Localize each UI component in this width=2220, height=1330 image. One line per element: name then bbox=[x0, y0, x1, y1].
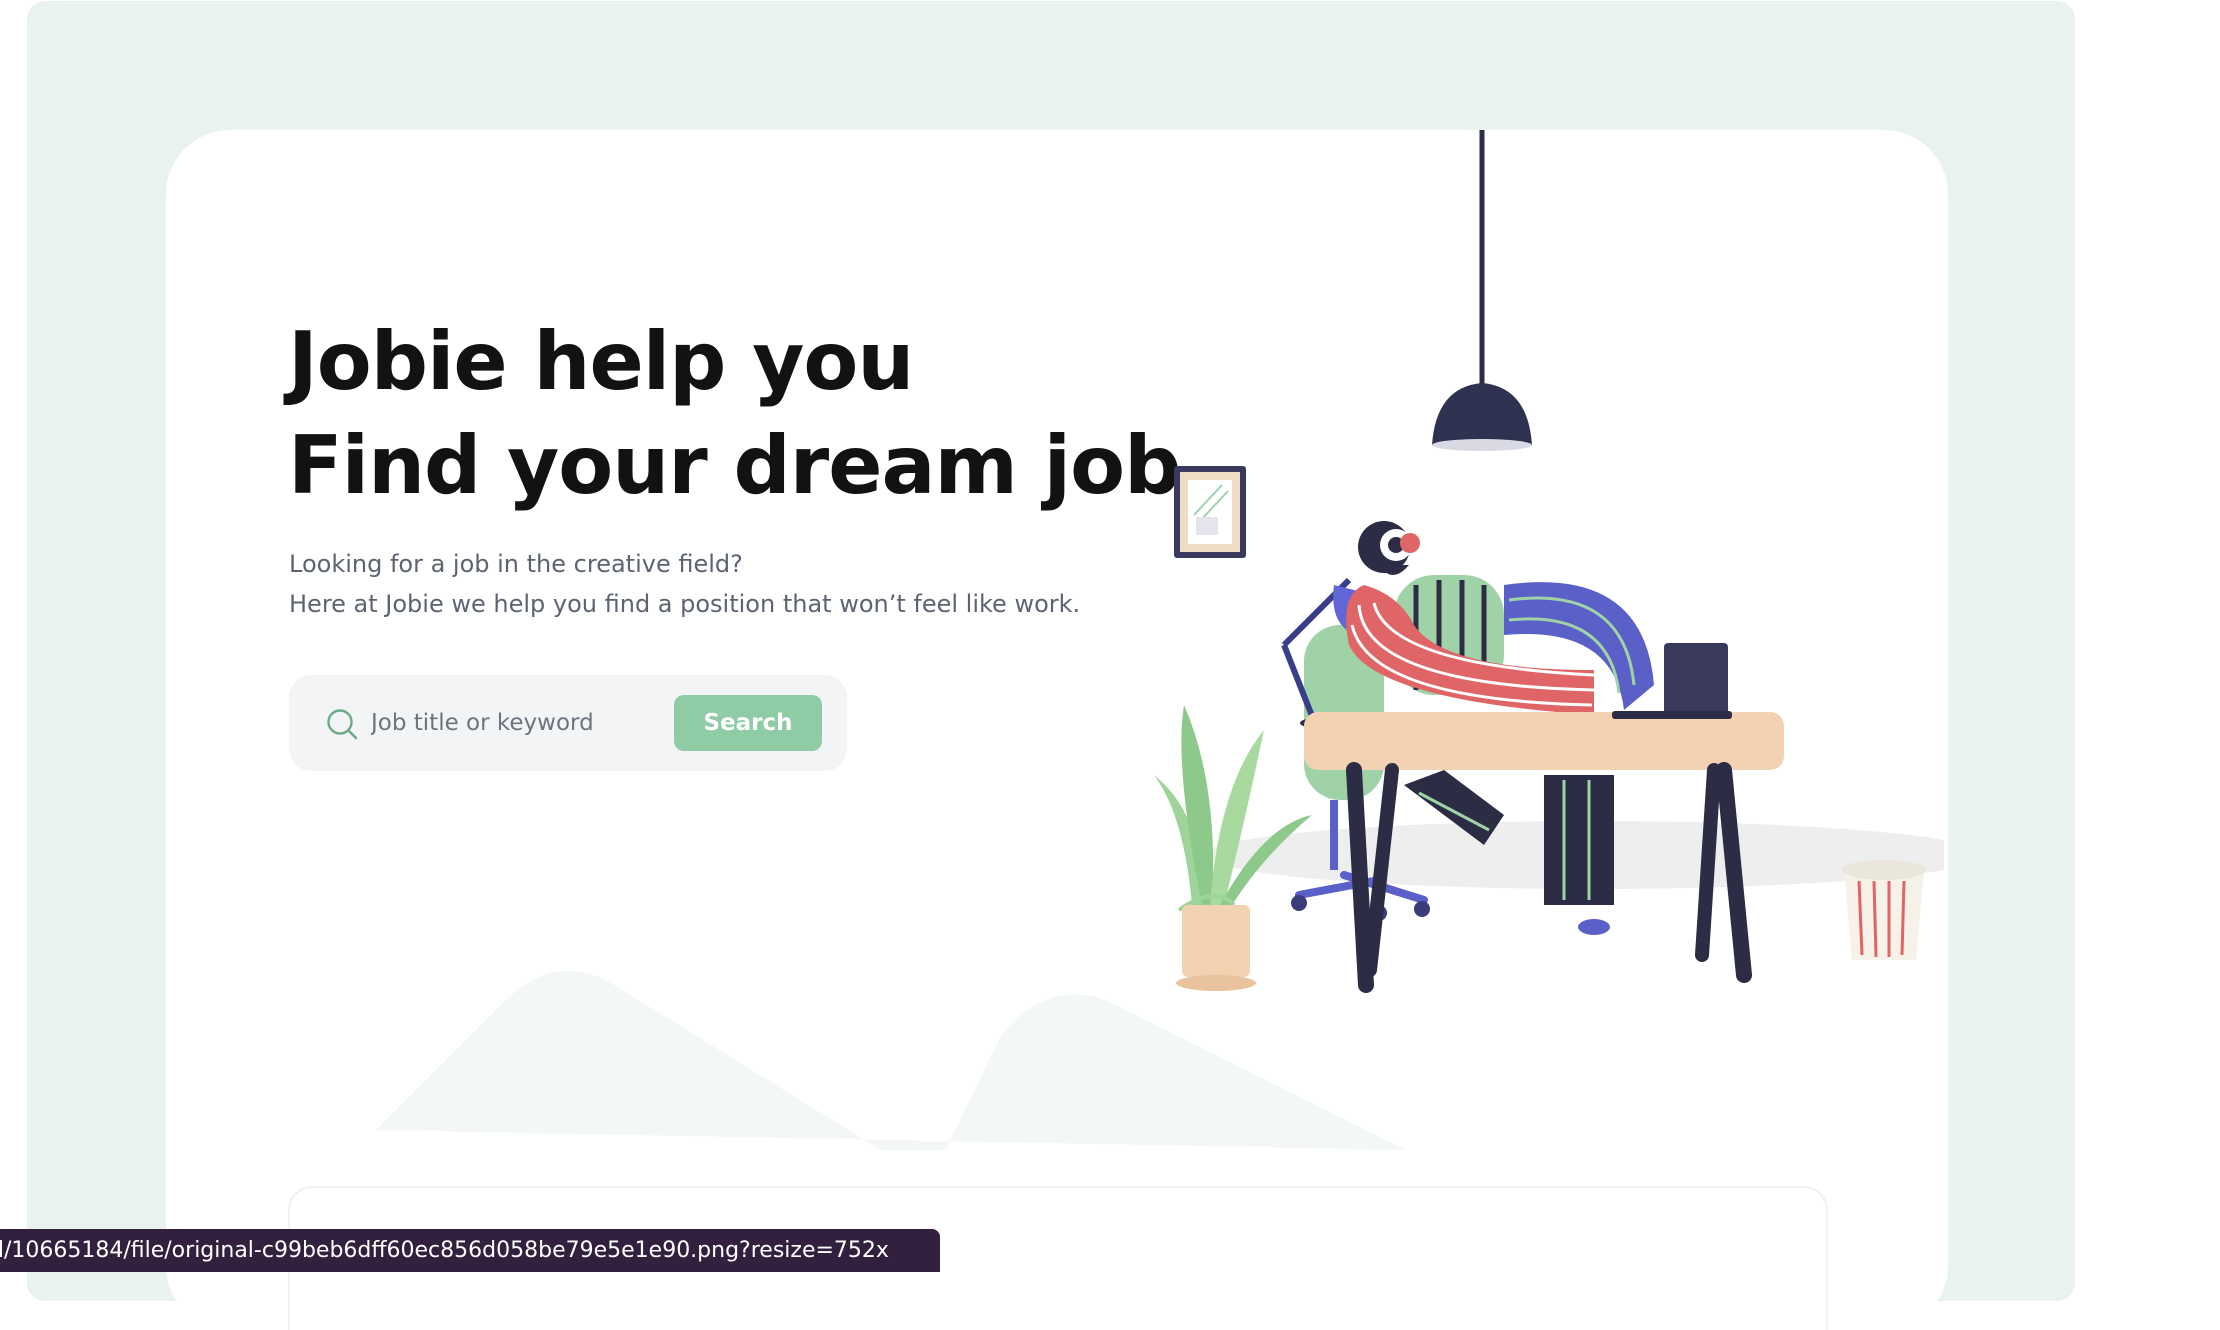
hero-subtitle-line-1: Looking for a job in the creative field? bbox=[289, 550, 743, 578]
pendant-lamp bbox=[1432, 130, 1532, 451]
trash-bin bbox=[1842, 860, 1926, 960]
hero-card: Jobie help you Find your dream job Looki… bbox=[166, 130, 1948, 1330]
office-worker-illustration bbox=[1154, 130, 1944, 993]
hero-title: Jobie help you Find your dream job bbox=[288, 310, 1181, 518]
person-figure bbox=[1346, 521, 1654, 715]
hero-subtitle: Looking for a job in the creative field?… bbox=[289, 544, 1080, 624]
status-bar-url: d/10665184/file/original-c99beb6dff60ec8… bbox=[0, 1229, 940, 1272]
search-button[interactable]: Search bbox=[674, 695, 822, 751]
search-icon bbox=[327, 709, 358, 740]
hero-title-line-1: Jobie help you bbox=[288, 315, 914, 408]
hero-subtitle-line-2: Here at Jobie we help you find a positio… bbox=[289, 590, 1081, 618]
wall-picture-frame bbox=[1174, 466, 1246, 558]
job-search-input[interactable] bbox=[371, 701, 651, 745]
job-search-bar: Search bbox=[289, 675, 847, 771]
hero-title-line-2: Find your dream job bbox=[288, 419, 1181, 512]
